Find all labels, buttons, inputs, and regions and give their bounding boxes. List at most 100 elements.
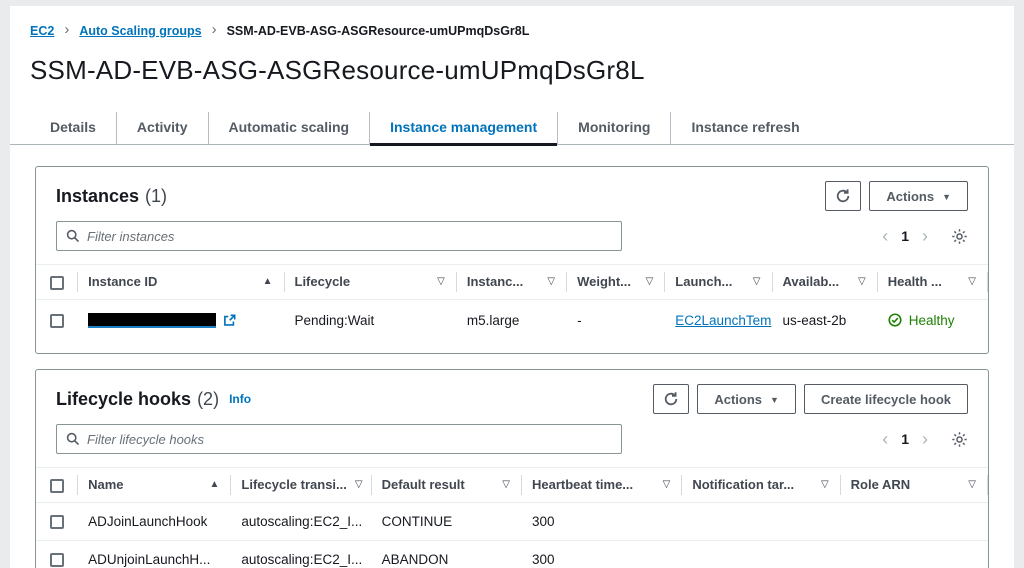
instances-pagination: ‹ 1 › bbox=[882, 227, 968, 245]
hook-row: ADJoinLaunchHook autoscaling:EC2_I... CO… bbox=[36, 502, 988, 540]
breadcrumb-link-auto-scaling-groups[interactable]: Auto Scaling groups bbox=[79, 24, 201, 38]
hook-notification-cell bbox=[682, 502, 840, 540]
select-all-checkbox[interactable] bbox=[50, 479, 64, 493]
instances-filter-box bbox=[56, 221, 622, 251]
tab-monitoring[interactable]: Monitoring bbox=[557, 112, 670, 144]
hooks-table-header-row: Name▲ Lifecycle transi... ▽ Default resul… bbox=[36, 468, 988, 503]
redacted-instance-id[interactable] bbox=[88, 313, 216, 328]
caret-down-icon: ▼ bbox=[770, 395, 779, 405]
column-header-default-result[interactable]: Default result ▽ bbox=[372, 468, 522, 503]
column-label: Health ... bbox=[888, 274, 942, 289]
hooks-refresh-button[interactable] bbox=[653, 384, 689, 414]
healthy-status-icon bbox=[888, 313, 902, 327]
refresh-button[interactable] bbox=[825, 181, 861, 211]
pagination-prev-icon[interactable]: ‹ bbox=[882, 227, 888, 245]
row-checkbox[interactable] bbox=[50, 314, 64, 328]
row-checkbox[interactable] bbox=[50, 515, 64, 529]
column-label: Lifecycle bbox=[295, 274, 351, 289]
pagination-current-page[interactable]: 1 bbox=[901, 228, 909, 244]
column-header-heartbeat-timeout[interactable]: Heartbeat time...▽ bbox=[522, 468, 682, 503]
hooks-actions-button[interactable]: Actions ▼ bbox=[697, 384, 796, 414]
search-icon bbox=[66, 432, 80, 446]
sort-icon: ▽ bbox=[858, 276, 866, 287]
hook-role-arn-cell bbox=[841, 541, 988, 568]
breadcrumb-current: SSM-AD-EVB-ASG-ASGResource-umUPmqDsGr8L bbox=[227, 24, 530, 38]
column-label: Instance ID bbox=[88, 274, 157, 289]
column-header-notification-target[interactable]: Notification tar... ▽ bbox=[682, 468, 840, 503]
launch-template-link[interactable]: EC2LaunchTem bbox=[675, 313, 771, 328]
instance-row: Pending:Wait m5.large - EC2LaunchTem us-… bbox=[36, 299, 988, 341]
instances-panel-header: Instances (1) Actions ▼ bbox=[36, 167, 988, 221]
hooks-panel-title: Lifecycle hooks bbox=[56, 389, 191, 410]
actions-button-label: Actions bbox=[886, 189, 934, 204]
column-header-launch-template[interactable]: Launch...▽ bbox=[665, 265, 772, 300]
sort-asc-icon: ▲ bbox=[263, 276, 273, 287]
tab-automatic-scaling[interactable]: Automatic scaling bbox=[208, 112, 370, 144]
hooks-filter-row: ‹ 1 › bbox=[36, 424, 988, 467]
instances-actions-button[interactable]: Actions ▼ bbox=[869, 181, 968, 211]
sort-icon: ▽ bbox=[646, 276, 654, 287]
tab-activity[interactable]: Activity bbox=[116, 112, 208, 144]
lifecycle-cell: Pending:Wait bbox=[285, 299, 457, 341]
column-label: Lifecycle transi... bbox=[241, 477, 347, 492]
sort-icon: ▽ bbox=[355, 479, 363, 490]
hook-row: ADUnjoinLaunchH... autoscaling:EC2_I... … bbox=[36, 541, 988, 568]
pagination-next-icon[interactable]: › bbox=[922, 227, 928, 245]
tab-instance-management[interactable]: Instance management bbox=[369, 112, 557, 144]
instances-filter-row: ‹ 1 › bbox=[36, 221, 988, 264]
weight-cell: - bbox=[567, 299, 665, 341]
sort-icon: ▽ bbox=[547, 276, 555, 287]
row-checkbox[interactable] bbox=[50, 553, 64, 567]
gear-icon[interactable] bbox=[951, 228, 968, 245]
instances-table: Instance ID ▲ Lifecycle ▽ Instanc...▽ Weig… bbox=[36, 264, 988, 341]
column-label: Name bbox=[88, 477, 123, 492]
tab-instance-refresh[interactable]: Instance refresh bbox=[670, 112, 819, 144]
column-header-instance-id[interactable]: Instance ID ▲ bbox=[78, 265, 284, 300]
gear-icon[interactable] bbox=[951, 431, 968, 448]
sort-icon: ▽ bbox=[968, 276, 976, 287]
breadcrumb-separator-icon: › bbox=[212, 21, 217, 38]
hook-transition-cell: autoscaling:EC2_I... bbox=[231, 502, 371, 540]
create-lifecycle-hook-button[interactable]: Create lifecycle hook bbox=[804, 384, 968, 414]
column-label: Weight... bbox=[577, 274, 631, 289]
hooks-panel-header: Lifecycle hooks (2) Info Actions bbox=[36, 370, 988, 424]
column-header-lifecycle[interactable]: Lifecycle ▽ bbox=[285, 265, 457, 300]
sort-icon: ▽ bbox=[437, 276, 445, 287]
sort-icon: ▽ bbox=[502, 479, 510, 490]
tab-details[interactable]: Details bbox=[30, 112, 116, 144]
column-label: Notification tar... bbox=[692, 477, 794, 492]
column-label: Default result bbox=[382, 477, 465, 492]
breadcrumb-link-ec2[interactable]: EC2 bbox=[30, 24, 54, 38]
hooks-count: (2) bbox=[197, 389, 219, 410]
refresh-icon bbox=[663, 391, 679, 407]
pagination-next-icon[interactable]: › bbox=[922, 430, 928, 448]
instances-filter-input[interactable] bbox=[87, 229, 612, 244]
aws-console-page: EC2 › Auto Scaling groups › SSM-AD-EVB-A… bbox=[10, 6, 1014, 568]
sort-icon: ▽ bbox=[968, 479, 976, 490]
column-header-role-arn[interactable]: Role ARN▽ bbox=[841, 468, 988, 503]
instances-count: (1) bbox=[145, 186, 167, 207]
tab-content: Instances (1) Actions ▼ bbox=[10, 145, 1014, 568]
pagination-current-page[interactable]: 1 bbox=[901, 431, 909, 447]
column-header-weight[interactable]: Weight... ▽ bbox=[567, 265, 665, 300]
instance-type-cell: m5.large bbox=[457, 299, 567, 341]
column-header-lifecycle-transition[interactable]: Lifecycle transi... ▽ bbox=[231, 468, 371, 503]
column-label: Availab... bbox=[783, 274, 840, 289]
external-link-icon[interactable] bbox=[223, 314, 236, 327]
hook-role-arn-cell bbox=[841, 502, 988, 540]
hooks-filter-input[interactable] bbox=[87, 432, 612, 447]
availability-zone-cell: us-east-2b bbox=[773, 299, 878, 341]
info-link[interactable]: Info bbox=[229, 392, 251, 406]
column-header-health[interactable]: Health ... ▽ bbox=[878, 265, 988, 300]
refresh-icon bbox=[835, 188, 851, 204]
column-header-instance-type[interactable]: Instanc...▽ bbox=[457, 265, 567, 300]
panel-bottom-spacer bbox=[36, 341, 988, 353]
column-header-availability-zone[interactable]: Availab... ▽ bbox=[773, 265, 878, 300]
hook-name-cell: ADUnjoinLaunchH... bbox=[78, 541, 231, 568]
instances-panel: Instances (1) Actions ▼ bbox=[35, 166, 989, 354]
pagination-prev-icon[interactable]: ‹ bbox=[882, 430, 888, 448]
sort-icon: ▽ bbox=[821, 479, 829, 490]
select-all-checkbox[interactable] bbox=[50, 276, 64, 290]
column-header-name[interactable]: Name▲ bbox=[78, 468, 231, 503]
sort-icon: ▽ bbox=[663, 479, 671, 490]
